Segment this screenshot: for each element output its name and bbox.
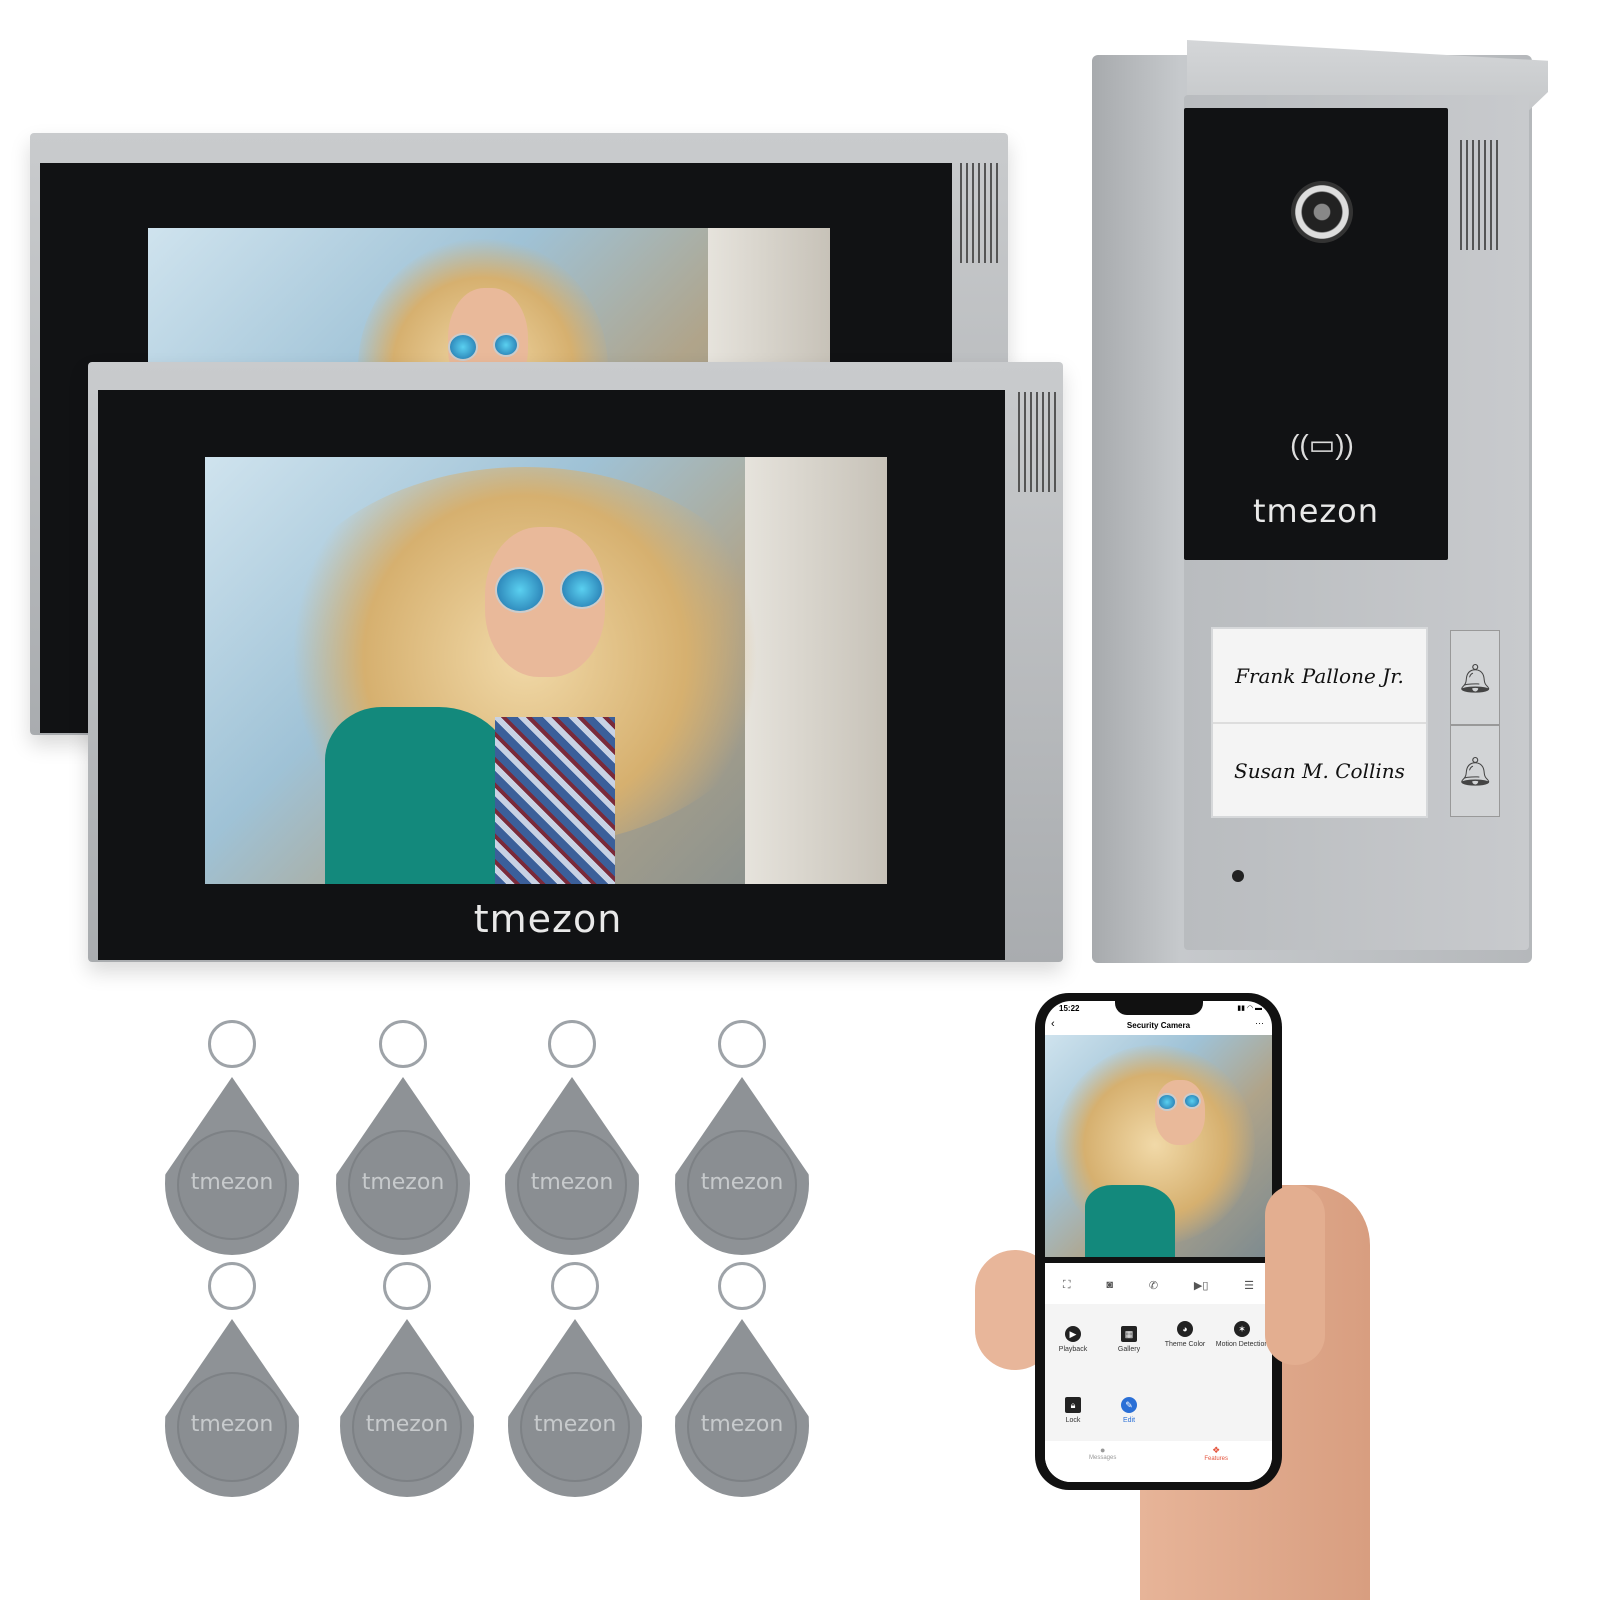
nameplate: Frank Pallone Jr. Susan M. Collins xyxy=(1211,627,1428,818)
call-button-1[interactable]: 🔔︎ xyxy=(1450,630,1500,725)
nameplate-1: Frank Pallone Jr. xyxy=(1213,629,1426,724)
feature-gallery[interactable]: ▦ Gallery xyxy=(1101,1326,1157,1353)
feature-lock[interactable]: 🔒︎ Lock xyxy=(1045,1397,1101,1424)
rfid-keyfob: tmezon xyxy=(165,1262,299,1497)
snapshot-icon[interactable]: ◙ xyxy=(1106,1279,1113,1291)
feature-motion-detection[interactable]: ✶ Motion Detection xyxy=(1214,1321,1270,1348)
tab-bar: ● Messages ❖ Features xyxy=(1045,1441,1272,1482)
bell-icon: 🔔︎ xyxy=(1457,756,1493,787)
outdoor-door-station: ((▭)) tmezon Frank Pallone Jr. Susan M. … xyxy=(1092,40,1548,963)
call-button-2[interactable]: 🔔︎ xyxy=(1450,725,1500,817)
video-toolbar: ⛶ ◙ ✆ ▶▯ ☰ xyxy=(1045,1266,1272,1304)
edit-icon: ✎ xyxy=(1121,1397,1137,1413)
more-button[interactable]: ··· xyxy=(1255,1018,1264,1028)
rfid-keyfob: tmezon xyxy=(340,1262,474,1497)
rfid-keyfob: tmezon xyxy=(675,1262,809,1497)
indoor-monitor-front: tmezon xyxy=(88,362,1063,962)
live-video xyxy=(1045,1035,1272,1257)
camera-lens-icon xyxy=(1291,181,1353,243)
bell-icon: ● xyxy=(1099,1445,1106,1455)
nameplate-2: Susan M. Collins xyxy=(1234,759,1405,783)
microphone-hole xyxy=(1232,870,1244,882)
rfid-keyfob: tmezon xyxy=(508,1262,642,1497)
image-icon: ▦ xyxy=(1121,1326,1137,1342)
lock-icon: 🔒︎ xyxy=(1065,1397,1081,1413)
rfid-keyfob: tmezon xyxy=(505,1020,639,1255)
call-icon[interactable]: ✆ xyxy=(1149,1279,1158,1292)
rfid-keyfob: tmezon xyxy=(675,1020,809,1255)
brand-logo: tmezon xyxy=(473,897,623,941)
feature-theme-color[interactable]: ◕ Theme Color xyxy=(1157,1321,1213,1348)
status-time: 15:22 xyxy=(1059,1004,1080,1013)
speaker-grill xyxy=(960,163,1000,263)
hand-thumb xyxy=(1265,1185,1325,1365)
speaker-grill xyxy=(1018,392,1058,492)
play-icon: ▶ xyxy=(1065,1326,1081,1342)
speaker-grill xyxy=(1460,140,1502,250)
page-title: Security Camera xyxy=(1126,1021,1191,1030)
tab-messages[interactable]: ● Messages xyxy=(1089,1445,1116,1482)
status-icons: ▮▮ ◠ ▬ xyxy=(1237,1005,1262,1012)
motion-icon: ✶ xyxy=(1234,1321,1250,1337)
fullscreen-icon[interactable]: ⛶ xyxy=(1063,1279,1071,1292)
rfid-keyfob: tmezon xyxy=(165,1020,299,1255)
menu-icon[interactable]: ☰ xyxy=(1244,1279,1254,1292)
feature-playback[interactable]: ▶ Playback xyxy=(1045,1326,1101,1353)
palette-icon: ◕ xyxy=(1177,1321,1193,1337)
rfid-keyfob: tmezon xyxy=(336,1020,470,1255)
feature-edit[interactable]: ✎ Edit xyxy=(1101,1397,1157,1424)
features-icon: ❖ xyxy=(1212,1445,1221,1455)
bell-icon: 🔔︎ xyxy=(1457,663,1493,694)
brand-logo: tmezon xyxy=(1252,492,1380,530)
monitor-screen xyxy=(205,457,887,884)
record-icon[interactable]: ▶▯ xyxy=(1194,1279,1209,1292)
tab-features[interactable]: ❖ Features xyxy=(1204,1445,1228,1482)
rfid-card-icon: ((▭)) xyxy=(1290,429,1354,460)
smartphone: 15:22 ▮▮ ◠ ▬ ‹ Security Camera ··· ⛶ ◙ ✆… xyxy=(1035,993,1282,1490)
